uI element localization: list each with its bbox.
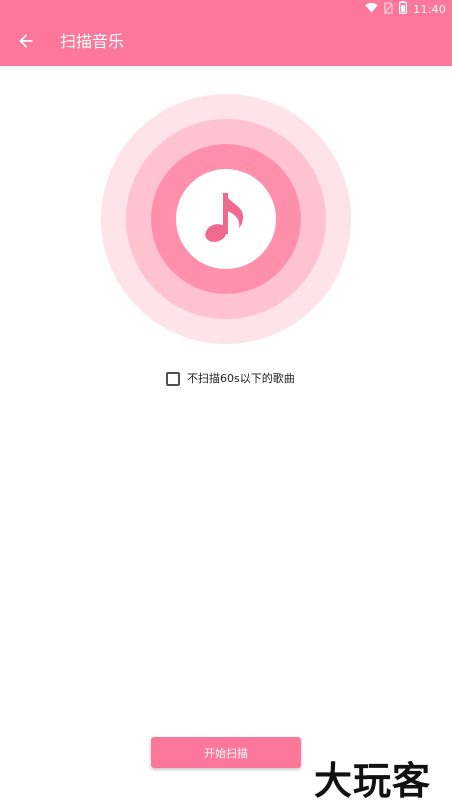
status-icons: 11:40 xyxy=(365,1,446,17)
no-sim-icon xyxy=(384,1,393,17)
battery-icon xyxy=(399,1,408,17)
status-time: 11:40 xyxy=(413,2,446,16)
status-bar: 11:40 xyxy=(0,0,452,18)
app-bar: 扫描音乐 xyxy=(0,18,452,66)
scan-ring-core xyxy=(176,169,276,269)
arrow-left-icon xyxy=(19,33,33,52)
skip-short-songs-option[interactable]: 不扫描60s以下的歌曲 xyxy=(166,371,295,387)
skip-short-songs-label: 不扫描60s以下的歌曲 xyxy=(187,372,295,385)
skip-short-songs-checkbox[interactable] xyxy=(166,372,180,386)
wifi-icon xyxy=(365,2,378,16)
music-note-icon xyxy=(203,189,249,249)
watermark-logo: 大玩客 xyxy=(314,757,432,803)
start-scan-button[interactable]: 开始扫描 xyxy=(151,737,301,768)
back-button[interactable] xyxy=(12,28,40,56)
page-title: 扫描音乐 xyxy=(60,32,125,51)
scan-music-screen: 11:40 扫描音乐 不扫描60s以下的歌曲 开始扫描 大玩客 xyxy=(0,0,452,805)
